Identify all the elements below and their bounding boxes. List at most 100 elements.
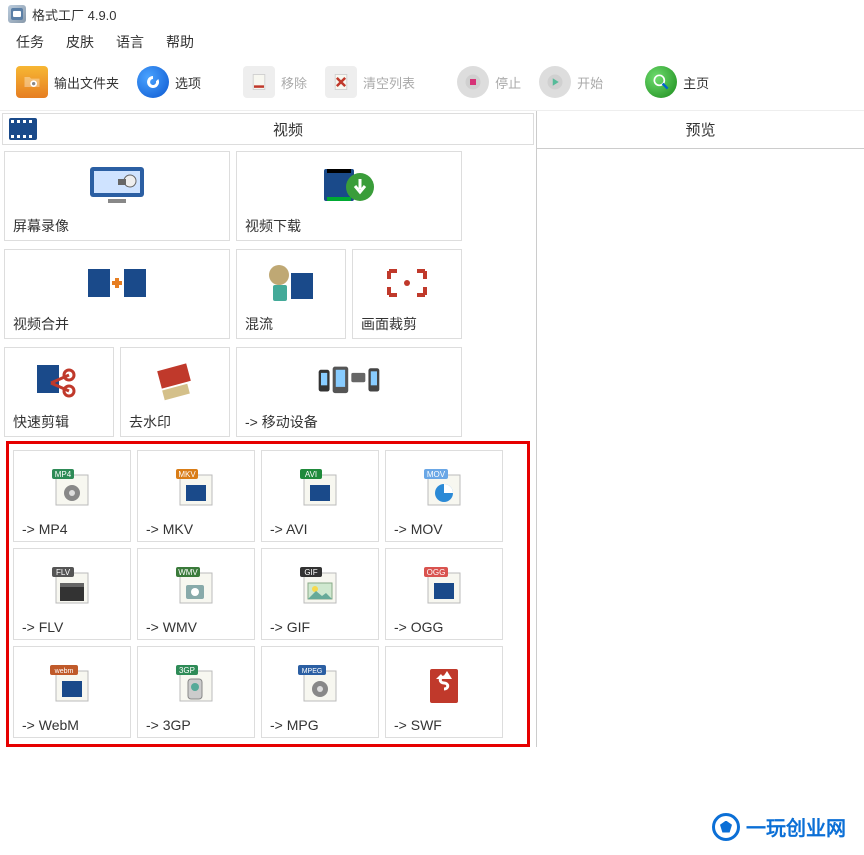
stop-button[interactable]: 停止 [451,64,527,100]
convert-3gp-button[interactable]: 3GP -> 3GP [137,646,255,738]
svg-text:MOV: MOV [427,470,446,479]
mux-icon [245,256,337,310]
menu-task[interactable]: 任务 [16,32,44,52]
menu-skin[interactable]: 皮肤 [66,32,94,52]
mobile-device-icon [245,354,453,408]
start-button[interactable]: 开始 [533,64,609,100]
options-icon [137,66,169,98]
left-pane: 视频 屏幕录像 视频下载 视频合并 [0,111,536,747]
mux-button[interactable]: 混流 [236,249,346,339]
gif-icon: GIF [270,555,370,615]
mov-icon: MOV [394,457,494,517]
mkv-label: -> MKV [146,517,193,537]
flv-label: -> FLV [22,615,63,635]
convert-flv-button[interactable]: FLV -> FLV [13,548,131,640]
watermark-logo-icon [712,813,740,841]
clear-button[interactable]: 清空列表 [319,64,421,100]
remove-button[interactable]: 移除 [237,64,313,100]
convert-gif-button[interactable]: GIF -> GIF [261,548,379,640]
quick-cut-label: 快速剪辑 [13,408,69,432]
preview-title: 预览 [537,111,864,149]
mpg-icon: MPEG [270,653,370,713]
svg-text:MP4: MP4 [55,470,72,479]
svg-text:3GP: 3GP [179,666,195,675]
svg-text:MKV: MKV [178,470,196,479]
screen-record-button[interactable]: 屏幕录像 [4,151,230,241]
svg-text:MPEG: MPEG [302,668,323,675]
menubar: 任务 皮肤 语言 帮助 [0,28,864,58]
video-section-title: 视频 [43,119,533,140]
mobile-device-button[interactable]: -> 移动设备 [236,347,462,437]
output-folder-button[interactable]: 输出文件夹 [10,64,125,100]
menu-language[interactable]: 语言 [116,32,144,52]
screen-record-icon [13,158,221,212]
convert-mkv-button[interactable]: MKV -> MKV [137,450,255,542]
start-icon [539,66,571,98]
mp4-label: -> MP4 [22,517,68,537]
mux-label: 混流 [245,310,273,334]
home-button[interactable]: 主页 [639,64,715,100]
wmv-label: -> WMV [146,615,197,635]
watermark: 一玩创业网 [712,812,846,841]
swf-label: -> SWF [394,713,442,733]
video-section-header[interactable]: 视频 [2,113,534,145]
preview-pane: 预览 [536,111,864,747]
convert-webm-button[interactable]: webm -> WebM [13,646,131,738]
folder-icon [16,66,48,98]
remove-label: 移除 [281,73,307,92]
app-title: 格式工厂 4.9.0 [32,5,117,24]
start-label: 开始 [577,73,603,92]
remove-watermark-icon [129,354,221,408]
video-download-label: 视频下载 [245,212,301,236]
3gp-icon: 3GP [146,653,246,713]
convert-wmv-button[interactable]: WMV -> WMV [137,548,255,640]
quick-cut-button[interactable]: 快速剪辑 [4,347,114,437]
app-icon [8,5,26,23]
menu-help[interactable]: 帮助 [166,32,194,52]
options-button[interactable]: 选项 [131,64,207,100]
ogg-icon: OGG [394,555,494,615]
svg-text:WMV: WMV [178,568,198,577]
video-download-button[interactable]: 视频下载 [236,151,462,241]
gif-label: -> GIF [270,615,310,635]
watermark-text: 一玩创业网 [746,812,846,841]
toolbar: 输出文件夹 选项 移除 清空列表 停止 开始 主页 [0,58,864,110]
convert-mpg-button[interactable]: MPEG -> MPG [261,646,379,738]
screen-record-label: 屏幕录像 [13,212,69,236]
convert-ogg-button[interactable]: OGG -> OGG [385,548,503,640]
swf-icon [394,653,494,713]
crop-icon [361,256,453,310]
remove-watermark-button[interactable]: 去水印 [120,347,230,437]
flv-icon: FLV [22,555,122,615]
clear-icon [325,66,357,98]
video-download-icon [245,158,453,212]
convert-avi-button[interactable]: AVI -> AVI [261,450,379,542]
svg-text:GIF: GIF [304,568,317,577]
wmv-icon: WMV [146,555,246,615]
3gp-label: -> 3GP [146,713,191,733]
home-label: 主页 [683,73,709,92]
mpg-label: -> MPG [270,713,319,733]
convert-mov-button[interactable]: MOV -> MOV [385,450,503,542]
format-grid-highlight: MP4 -> MP4 MKV -> MKV AVI -> AVI MOV -> … [6,441,530,747]
quick-cut-icon [13,354,105,408]
remove-watermark-label: 去水印 [129,408,171,432]
mp4-icon: MP4 [22,457,122,517]
workarea: 视频 屏幕录像 视频下载 视频合并 [0,110,864,747]
svg-text:FLV: FLV [56,568,71,577]
stop-icon [457,66,489,98]
avi-icon: AVI [270,457,370,517]
crop-button[interactable]: 画面裁剪 [352,249,462,339]
remove-icon [243,66,275,98]
avi-label: -> AVI [270,517,307,537]
convert-swf-button[interactable]: -> SWF [385,646,503,738]
crop-label: 画面裁剪 [361,310,417,334]
webm-icon: webm [22,653,122,713]
convert-mp4-button[interactable]: MP4 -> MP4 [13,450,131,542]
clear-label: 清空列表 [363,73,415,92]
ogg-label: -> OGG [394,615,443,635]
mkv-icon: MKV [146,457,246,517]
output-folder-label: 输出文件夹 [54,73,119,92]
video-merge-button[interactable]: 视频合并 [4,249,230,339]
svg-text:AVI: AVI [305,470,317,479]
